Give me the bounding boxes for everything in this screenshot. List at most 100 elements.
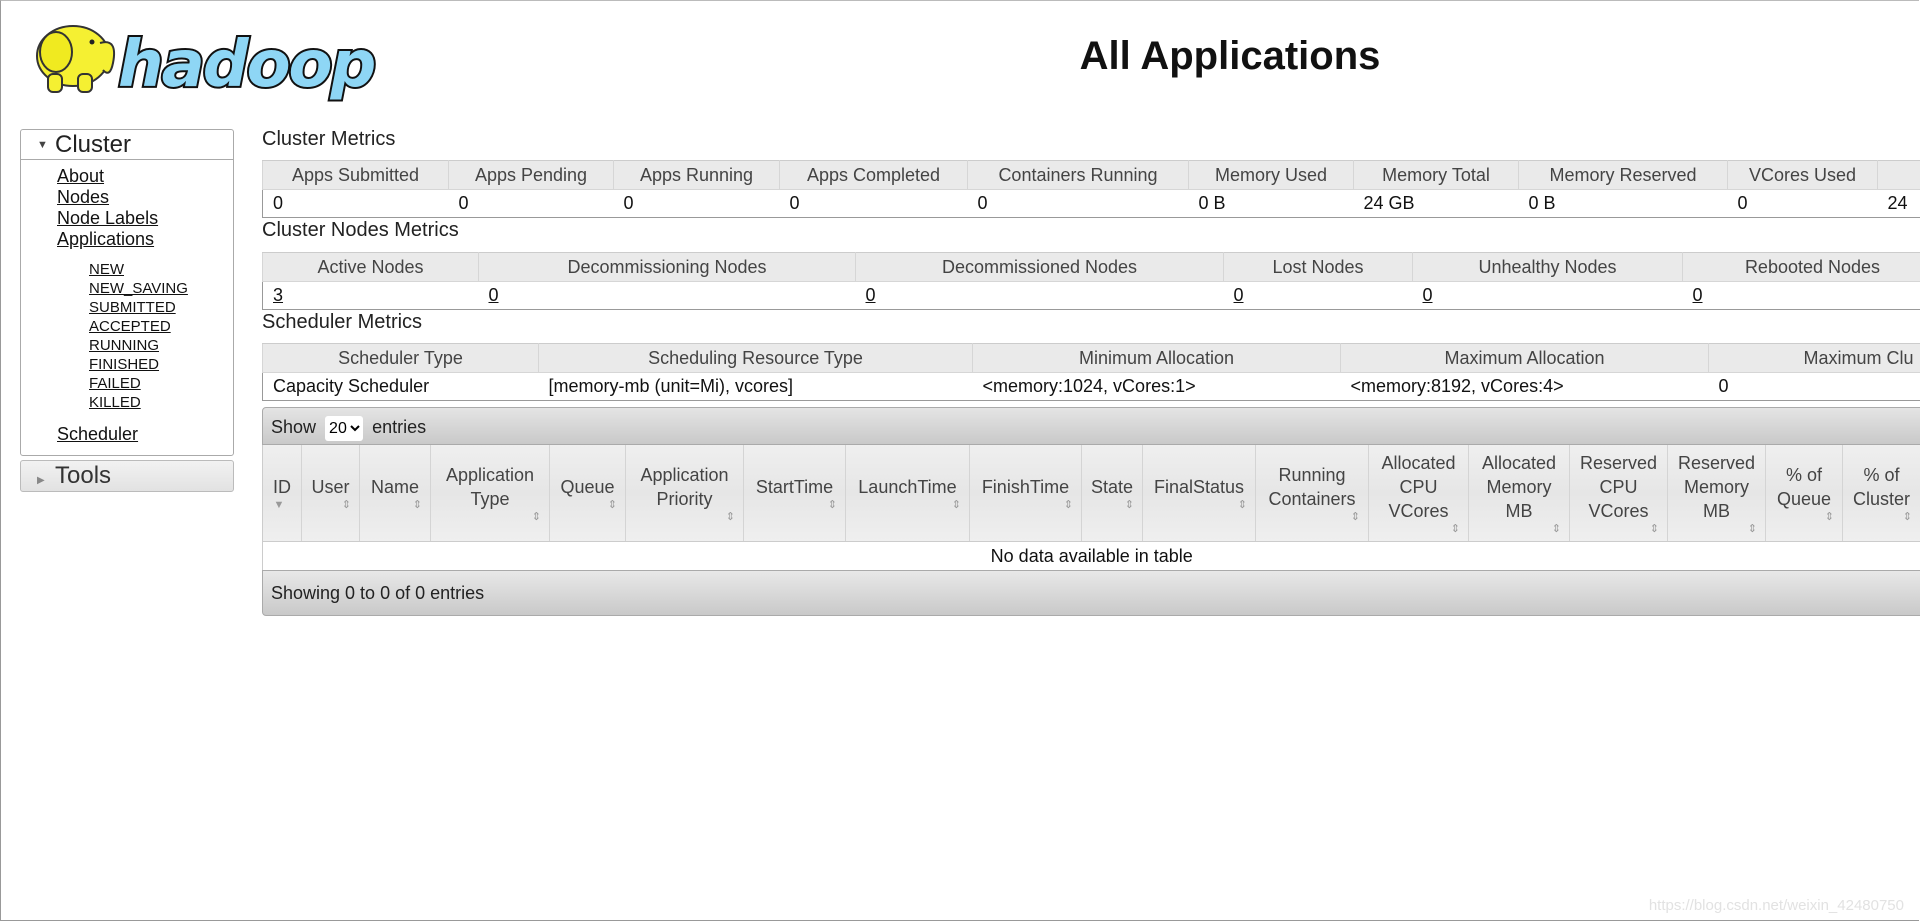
metric-cell: 24 [1877, 189, 1920, 218]
sort-icon: ⇕ [827, 499, 837, 511]
metric-cell: Capacity Scheduler [262, 372, 539, 401]
column-label: % of Cluster [1852, 465, 1910, 509]
header-row: Active Nodes Decommissioning Nodes Decommi… [262, 252, 1920, 282]
column-header-queue[interactable]: Queue ⇕ [549, 445, 626, 542]
column-label: ID [273, 477, 291, 497]
triangle-right-icon: ▶ [37, 475, 45, 486]
column-header: Lost Nodes [1223, 252, 1413, 282]
sort-icon: ⇕ [341, 499, 351, 511]
column-header-starttime[interactable]: StartTime ⇕ [743, 445, 846, 542]
metric-cell: 0 [779, 189, 968, 218]
page-size-select[interactable]: 20 [325, 416, 364, 441]
column-header: Maximum Clu [1708, 343, 1920, 373]
sidebar-link-node-labels[interactable]: Node Labels [57, 208, 233, 229]
metric-link[interactable]: 0 [489, 285, 499, 305]
sidebar-link-scheduler[interactable]: Scheduler [57, 424, 233, 445]
cluster-metrics-title: Cluster Metrics [262, 128, 396, 150]
column-header: VCores Used [1727, 160, 1878, 190]
column-label: FinishTime [981, 477, 1070, 497]
applications-table: ID ▼ User ⇕ Name ⇕ Application Type ⇕ Queue ⇕ Appl… [262, 445, 1920, 571]
column-header-launchtime[interactable]: LaunchTime ⇕ [845, 445, 970, 542]
column-header-name[interactable]: Name ⇕ [359, 445, 431, 542]
column-label: StartTime [755, 477, 834, 497]
metric-link[interactable]: 0 [1234, 285, 1244, 305]
sidebar-link-applications[interactable]: Applications [57, 229, 233, 250]
cluster-metrics-table: Apps Submitted Apps Pending Apps Running Ap… [262, 160, 1920, 218]
app-state-finished[interactable]: FINISHED [89, 355, 233, 374]
metric-cell: 0 [478, 281, 856, 310]
column-header-reserved-cpu-vcores[interactable]: Reserved CPU VCores ⇕ [1569, 445, 1668, 542]
column-header: Active Nodes [262, 252, 479, 282]
column-header: Containers Running [967, 160, 1189, 190]
column-header-state[interactable]: State ⇕ [1081, 445, 1143, 542]
metric-cell: <memory:1024, vCores:1> [972, 372, 1341, 401]
sort-icon: ⇕ [951, 499, 961, 511]
column-header: Scheduling Resource Type [538, 343, 973, 373]
column-label: Allocated Memory MB [1481, 453, 1557, 521]
sidebar-link-nodes[interactable]: Nodes [57, 187, 233, 208]
hadoop-logo: hadoop [36, 25, 379, 103]
app-state-failed[interactable]: FAILED [89, 374, 233, 393]
app-state-submitted[interactable]: SUBMITTED [89, 298, 233, 317]
column-header--of-queue[interactable]: % of Queue ⇕ [1765, 445, 1843, 542]
sort-icon: ⇕ [1551, 523, 1561, 535]
scheduler-metrics-table: Scheduler Type Scheduling Resource Type Mi… [262, 343, 1920, 401]
metric-link[interactable]: 0 [866, 285, 876, 305]
column-label: Name [370, 477, 419, 497]
metric-cell: <memory:8192, vCores:4> [1340, 372, 1709, 401]
page-title: All Applications [1079, 34, 1381, 78]
watermark: https://blog.csdn.net/weixin_42480750 [1648, 897, 1904, 914]
app-state-new-saving[interactable]: NEW_SAVING [89, 279, 233, 298]
sort-desc-icon: ▼ [273, 499, 285, 511]
column-header-user[interactable]: User ⇕ [301, 445, 360, 542]
app-state-accepted[interactable]: ACCEPTED [89, 317, 233, 336]
sort-icon: ⇕ [1124, 499, 1134, 511]
app-state-new[interactable]: NEW [89, 260, 233, 279]
metric-cell: 0 [855, 281, 1224, 310]
column-header-id[interactable]: ID ▼ [262, 445, 302, 542]
column-header: Minimum Allocation [972, 343, 1341, 373]
sidebar-link-about[interactable]: About [57, 166, 233, 187]
metric-cell: 0 [1727, 189, 1878, 218]
column-header-application-priority[interactable]: Application Priority ⇕ [625, 445, 744, 542]
column-header-running-containers[interactable]: Running Containers ⇕ [1255, 445, 1369, 542]
metric-link[interactable]: 0 [1693, 285, 1703, 305]
column-label: Running Containers [1268, 465, 1356, 509]
column-label: LaunchTime [858, 477, 957, 497]
column-header-application-type[interactable]: Application Type ⇕ [430, 445, 550, 542]
column-label: Application Priority [640, 465, 729, 509]
metric-link[interactable]: 0 [1423, 285, 1433, 305]
metric-cell: 0 [448, 189, 614, 218]
metric-cell: 0 [1708, 372, 1920, 401]
metric-cell: 0 [613, 189, 780, 218]
elephant-icon [36, 25, 116, 93]
sort-icon: ⇕ [412, 499, 422, 511]
entries-label: entries [372, 417, 427, 437]
column-header: Apps Submitted [262, 160, 449, 190]
empty-row: No data available in table [262, 541, 1920, 571]
sort-icon: ⇕ [725, 511, 735, 523]
app-state-killed[interactable]: KILLED [89, 393, 233, 412]
column-header-reserved-memory-mb[interactable]: Reserved Memory MB ⇕ [1667, 445, 1766, 542]
sidebar: ▼ Cluster About Nodes Node Labels Applica… [20, 129, 234, 492]
metric-link[interactable]: 3 [273, 285, 283, 305]
column-label: FinalStatus [1153, 477, 1245, 497]
sort-icon: ⇕ [1063, 499, 1073, 511]
column-header-finalstatus[interactable]: FinalStatus ⇕ [1142, 445, 1256, 542]
tools-panel-toggle[interactable]: ▶ Tools [20, 460, 234, 492]
metric-cell: 3 [262, 281, 479, 310]
column-header: Memory Total [1353, 160, 1519, 190]
column-label: Allocated CPU VCores [1381, 453, 1456, 521]
app-state-running[interactable]: RUNNING [89, 336, 233, 355]
column-label: Reserved Memory MB [1677, 453, 1756, 521]
column-header: Unhealthy Nodes [1412, 252, 1683, 282]
column-header-finishtime[interactable]: FinishTime ⇕ [969, 445, 1082, 542]
column-header--of-cluster[interactable]: % of Cluster ⇕ [1842, 445, 1920, 542]
cluster-panel-toggle[interactable]: ▼ Cluster [21, 130, 233, 160]
column-header-allocated-cpu-vcores[interactable]: Allocated CPU VCores ⇕ [1368, 445, 1469, 542]
column-header-allocated-memory-mb[interactable]: Allocated Memory MB ⇕ [1468, 445, 1570, 542]
column-label: Application Type [445, 465, 535, 509]
sort-icon: ⇕ [1350, 511, 1360, 523]
sort-icon: ⇕ [531, 511, 541, 523]
column-label: Reserved CPU VCores [1579, 453, 1658, 521]
